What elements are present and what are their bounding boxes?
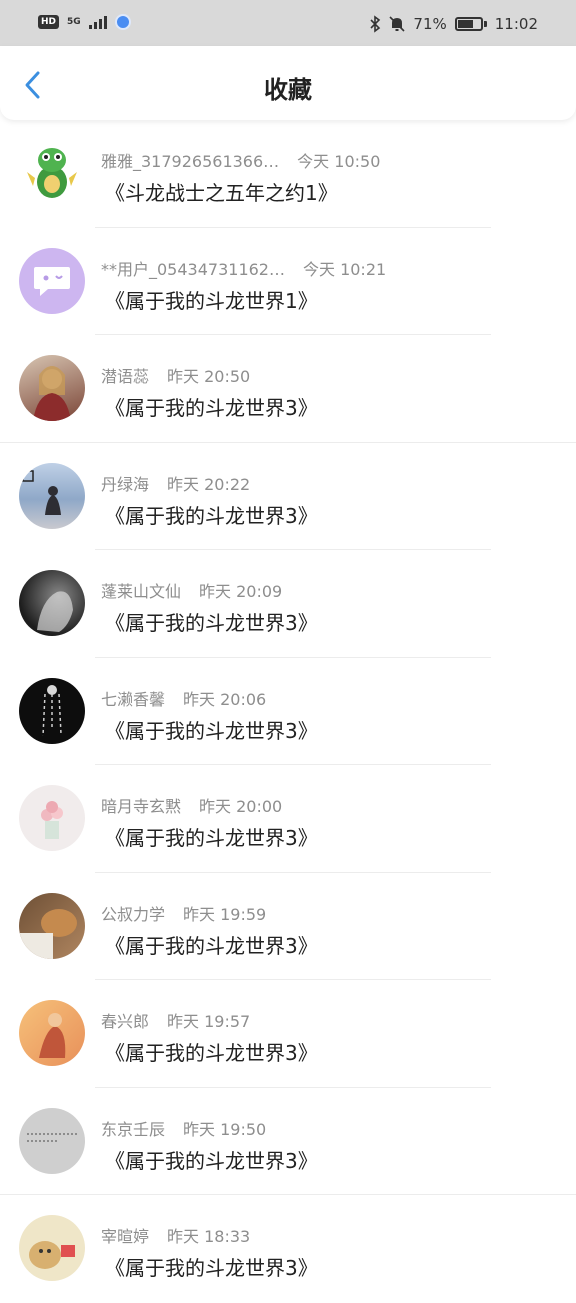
battery-percent: 71% <box>413 15 447 33</box>
book-title[interactable]: 《属于我的斗龙世界3》 <box>105 930 318 959</box>
book-title[interactable]: 《属于我的斗龙世界3》 <box>105 1252 318 1281</box>
book-title[interactable]: 《属于我的斗龙世界3》 <box>105 392 318 421</box>
item-meta: 春兴郎 昨天 19:57 <box>101 1008 250 1032</box>
user-name: 春兴郎 <box>101 1012 150 1031</box>
favorites-list: 雅雅_317926561366… 今天 10:50 《斗龙战士之五年之约1》 **… <box>0 120 576 1303</box>
timestamp: 昨天 19:59 <box>183 904 267 924</box>
user-name: 雅雅_317926561366… <box>101 152 280 171</box>
clock: 11:02 <box>494 15 538 33</box>
page-title: 收藏 <box>264 76 312 104</box>
list-item[interactable]: 潜语蕊 昨天 20:50 《属于我的斗龙世界3》 <box>0 335 576 443</box>
item-meta: 丹绿海 昨天 20:22 <box>101 471 250 495</box>
avatar[interactable] <box>19 462 85 529</box>
item-meta: **用户_05434731162… 今天 10:21 <box>101 256 386 280</box>
book-title[interactable]: 《属于我的斗龙世界3》 <box>105 1145 318 1174</box>
item-meta: 宰暄婷 昨天 18:33 <box>101 1223 250 1247</box>
timestamp: 昨天 20:00 <box>199 797 283 816</box>
book-title[interactable]: 《属于我的斗龙世界3》 <box>105 822 318 851</box>
item-meta: 潜语蕊 昨天 20:50 <box>101 363 250 387</box>
book-title[interactable]: 《属于我的斗龙世界3》 <box>105 715 318 744</box>
item-meta: 七濑香馨 昨天 20:06 <box>101 686 266 710</box>
timestamp: 昨天 19:57 <box>167 1012 251 1031</box>
list-item[interactable]: 宰暄婷 昨天 18:33 《属于我的斗龙世界3》 <box>0 1195 576 1303</box>
user-name: **用户_05434731162… <box>101 259 285 279</box>
item-meta: 东京壬辰 昨天 19:50 <box>101 1116 266 1140</box>
status-bar: HD 5G 71% 11:02 <box>0 0 576 46</box>
item-meta: 暗月寺玄黙 昨天 20:00 <box>101 793 282 817</box>
user-name: 公叔力学 <box>101 904 166 924</box>
network-label: 5G <box>67 16 81 27</box>
book-title[interactable]: 《属于我的斗龙世界3》 <box>105 607 318 636</box>
avatar[interactable] <box>19 785 85 851</box>
timestamp: 今天 10:21 <box>302 259 387 279</box>
bluetooth-icon <box>370 15 381 33</box>
app-notification-icon <box>114 14 131 30</box>
avatar[interactable] <box>19 247 85 314</box>
book-title[interactable]: 《斗龙战士之五年之约1》 <box>105 177 338 206</box>
list-item[interactable]: 雅雅_317926561366… 今天 10:50 《斗龙战士之五年之约1》 <box>0 120 576 228</box>
avatar[interactable] <box>19 1000 85 1066</box>
book-title[interactable]: 《属于我的斗龙世界1》 <box>105 285 318 314</box>
timestamp: 昨天 20:50 <box>167 367 251 386</box>
list-item[interactable]: 七濑香馨 昨天 20:06 《属于我的斗龙世界3》 <box>0 658 576 765</box>
avatar[interactable] <box>19 570 85 636</box>
item-meta: 雅雅_317926561366… 今天 10:50 <box>101 148 380 172</box>
avatar[interactable] <box>19 1215 85 1281</box>
mute-icon <box>389 16 405 32</box>
user-name: 潜语蕊 <box>101 367 150 386</box>
user-name: 东京壬辰 <box>101 1119 166 1139</box>
status-right: 71% 11:02 <box>369 15 538 33</box>
list-item[interactable]: 公叔力学 昨天 19:59 《属于我的斗龙世界3》 <box>0 873 576 980</box>
item-meta: 公叔力学 昨天 19:59 <box>101 901 266 925</box>
timestamp: 昨天 20:09 <box>199 582 283 601</box>
hd-badge: HD <box>38 15 60 29</box>
list-item[interactable]: 蓬莱山文仙 昨天 20:09 《属于我的斗龙世界3》 <box>0 550 576 658</box>
user-name: 七濑香馨 <box>101 689 166 709</box>
list-item[interactable]: **用户_05434731162… 今天 10:21 《属于我的斗龙世界1》 <box>0 228 576 335</box>
timestamp: 昨天 19:50 <box>183 1119 267 1139</box>
book-title[interactable]: 《属于我的斗龙世界3》 <box>105 1037 318 1066</box>
user-name: 宰暄婷 <box>101 1227 150 1246</box>
timestamp: 昨天 20:06 <box>183 689 267 709</box>
user-name: 蓬莱山文仙 <box>101 582 182 601</box>
avatar[interactable] <box>19 1107 85 1174</box>
avatar[interactable] <box>19 140 85 206</box>
battery-icon <box>454 17 487 31</box>
app-header: 收藏 <box>0 46 576 120</box>
item-meta: 蓬莱山文仙 昨天 20:09 <box>101 578 282 602</box>
book-title[interactable]: 《属于我的斗龙世界3》 <box>105 500 318 529</box>
status-left: HD 5G <box>38 14 131 30</box>
timestamp: 昨天 18:33 <box>167 1227 251 1246</box>
list-item[interactable]: 东京壬辰 昨天 19:50 《属于我的斗龙世界3》 <box>0 1088 576 1195</box>
user-name: 丹绿海 <box>101 474 150 494</box>
list-item[interactable]: 暗月寺玄黙 昨天 20:00 《属于我的斗龙世界3》 <box>0 765 576 873</box>
list-item[interactable]: 丹绿海 昨天 20:22 《属于我的斗龙世界3》 <box>0 443 576 550</box>
avatar[interactable] <box>19 892 85 959</box>
timestamp: 昨天 20:22 <box>167 474 251 494</box>
list-item[interactable]: 春兴郎 昨天 19:57 《属于我的斗龙世界3》 <box>0 980 576 1088</box>
timestamp: 今天 10:50 <box>297 152 381 171</box>
user-name: 暗月寺玄黙 <box>101 797 182 816</box>
signal-icon <box>88 15 107 29</box>
avatar[interactable] <box>19 677 85 744</box>
avatar[interactable] <box>19 355 85 421</box>
